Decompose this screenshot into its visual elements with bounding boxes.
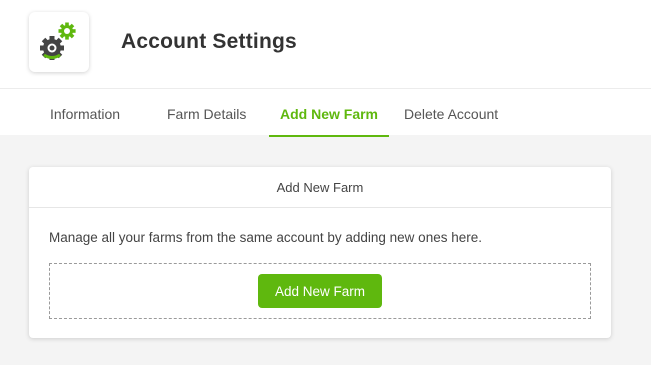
logo xyxy=(29,12,89,72)
gears-icon xyxy=(40,22,76,60)
card-title: Add New Farm xyxy=(29,167,611,208)
card-description: Manage all your farms from the same acco… xyxy=(49,230,482,245)
tab-delete-account[interactable]: Delete Account xyxy=(404,89,498,136)
page-header: Account Settings xyxy=(0,0,651,88)
tab-farm-details[interactable]: Farm Details xyxy=(167,89,246,136)
add-farm-dropzone: Add New Farm xyxy=(49,263,591,319)
tab-bar: Information Farm Details Add New Farm De… xyxy=(0,88,651,137)
tab-information[interactable]: Information xyxy=(50,89,120,136)
add-farm-card: Add New Farm Manage all your farms from … xyxy=(29,167,611,338)
tab-add-new-farm[interactable]: Add New Farm xyxy=(269,89,389,137)
page-title: Account Settings xyxy=(121,30,297,53)
add-new-farm-button[interactable]: Add New Farm xyxy=(258,274,382,308)
